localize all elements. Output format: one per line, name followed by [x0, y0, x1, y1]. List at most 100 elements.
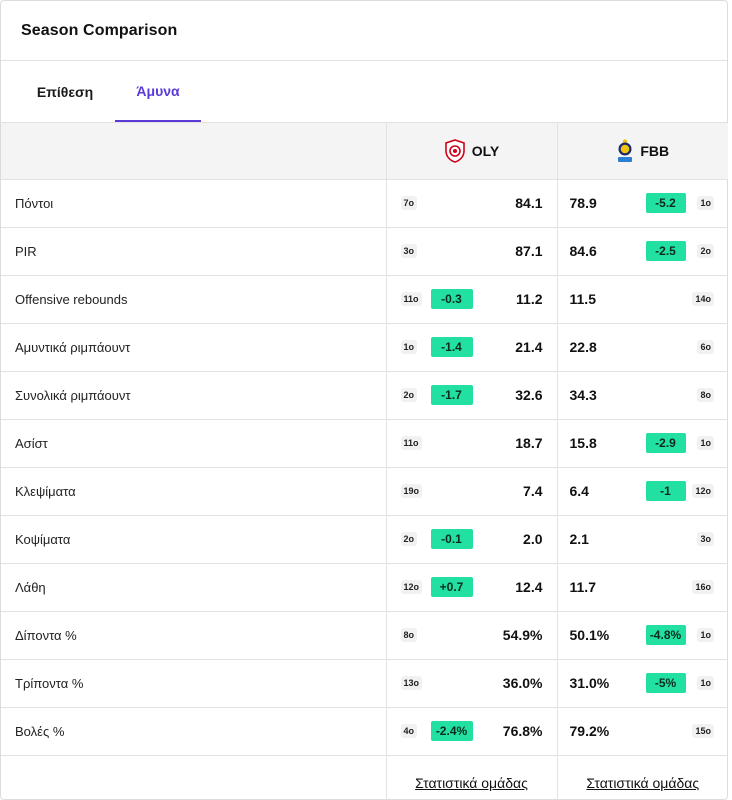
- home-diff-badge: -0.1: [430, 528, 473, 549]
- home-stat-value: 18.7: [515, 434, 543, 451]
- home-team-code: OLY: [471, 142, 500, 159]
- away-stat-value: 31.0%: [569, 674, 610, 691]
- footer-away-cell: Στατιστικά ομάδας: [557, 755, 728, 799]
- table-row: Πόντοι 7ο 84.1 78.9 -5.2 1ο: [1, 179, 728, 228]
- home-diff-badge: -0.3: [430, 288, 473, 309]
- home-stat-cell: 3ο 87.1: [386, 227, 558, 276]
- away-rank-badge: 12ο: [692, 483, 714, 498]
- home-team-stats-link[interactable]: Στατιστικά ομάδας: [387, 763, 557, 791]
- away-diff-badge: -2.9: [645, 432, 686, 453]
- home-diff-badge: -1.7: [430, 384, 473, 405]
- card-header: Season Comparison: [1, 1, 727, 61]
- stat-label: Ασίστ: [1, 419, 387, 468]
- stat-label: Βολές %: [1, 707, 387, 756]
- card-title: Season Comparison: [21, 21, 178, 39]
- home-diff-badge: -2.4%: [430, 720, 473, 741]
- tab-bar: Επίθεση Άμυνα: [1, 61, 727, 123]
- home-stat-value: 11.2: [516, 290, 543, 307]
- away-stat-cell: 22.8 6ο: [557, 323, 728, 372]
- home-stat-value: 7.4: [523, 482, 543, 499]
- away-stat-value: 34.3: [569, 386, 597, 403]
- table-row: Δίποντα % 8ο 54.9% 50.1% -4.8% 1ο: [1, 611, 728, 660]
- away-diff-badge: -4.8%: [645, 624, 686, 645]
- away-rank-badge: 2ο: [697, 243, 714, 258]
- home-rank-badge: 12ο: [400, 579, 423, 594]
- away-rank-badge: 6ο: [697, 339, 714, 354]
- stat-label: PIR: [1, 227, 387, 276]
- table-row: Λάθη 12ο +0.7 12.4 11.7 16ο: [1, 563, 728, 612]
- away-rank-badge: 1ο: [697, 627, 714, 642]
- table-row: Ασίστ 11ο 18.7 15.8 -2.9 1ο: [1, 419, 728, 468]
- fenerbahce-logo-icon: [618, 139, 633, 162]
- home-stat-cell: 11ο 18.7: [386, 419, 558, 468]
- stat-column-header: [1, 123, 387, 180]
- home-stat-cell: 11ο -0.3 11.2: [386, 275, 558, 324]
- away-stat-cell: 79.2% 15ο: [557, 707, 728, 756]
- home-rank-badge: 19ο: [400, 483, 423, 498]
- home-rank-badge: 1ο: [400, 339, 418, 354]
- table-row: Αμυντικά ριμπάουντ 1ο -1.4 21.4 22.8 6ο: [1, 323, 728, 372]
- tab-defense[interactable]: Άμυνα: [115, 61, 201, 122]
- away-rank-badge: 1ο: [697, 195, 714, 210]
- away-stat-cell: 11.5 14ο: [557, 275, 728, 324]
- home-team-header: OLY: [386, 123, 558, 180]
- table-body: Πόντοι 7ο 84.1 78.9 -5.2 1ο PIR 3ο 87.1 84.6 -2.5 2…: [1, 179, 728, 756]
- away-stat-value: 11.7: [569, 578, 596, 595]
- home-stat-cell: 7ο 84.1: [386, 179, 558, 228]
- table-row: Βολές % 4ο -2.4% 76.8% 79.2% 15ο: [1, 707, 728, 756]
- home-stat-value: 84.1: [515, 194, 543, 211]
- home-stat-value: 87.1: [515, 242, 543, 259]
- home-stat-value: 54.9%: [502, 626, 543, 643]
- home-stat-value: 2.0: [523, 530, 543, 547]
- home-rank-badge: 2ο: [400, 387, 418, 402]
- away-stat-value: 78.9: [569, 194, 597, 211]
- away-stat-cell: 6.4 -1 12ο: [557, 467, 728, 516]
- home-stat-cell: 8ο 54.9%: [386, 611, 558, 660]
- stat-label: Δίποντα %: [1, 611, 387, 660]
- stat-label: Πόντοι: [1, 179, 387, 228]
- home-rank-badge: 11ο: [400, 435, 422, 450]
- away-stat-cell: 31.0% -5% 1ο: [557, 659, 728, 708]
- away-rank-badge: 1ο: [697, 435, 714, 450]
- away-stat-cell: 78.9 -5.2 1ο: [557, 179, 728, 228]
- table-row: Τρίποντα % 13ο 36.0% 31.0% -5% 1ο: [1, 659, 728, 708]
- stat-label: Αμυντικά ριμπάουντ: [1, 323, 387, 372]
- away-stat-cell: 84.6 -2.5 2ο: [557, 227, 728, 276]
- stat-label: Κοψίματα: [1, 515, 387, 564]
- footer-row: Στατιστικά ομάδας Στατιστικά ομάδας: [1, 755, 728, 799]
- away-stat-value: 79.2%: [569, 722, 610, 739]
- stat-label: Συνολικά ριμπάουντ: [1, 371, 387, 420]
- away-stat-cell: 15.8 -2.9 1ο: [557, 419, 728, 468]
- away-stat-cell: 2.1 3ο: [557, 515, 728, 564]
- stat-label: Κλεψίματα: [1, 467, 387, 516]
- home-stat-cell: 19ο 7.4: [386, 467, 558, 516]
- away-stat-cell: 50.1% -4.8% 1ο: [557, 611, 728, 660]
- away-rank-badge: 1ο: [697, 675, 714, 690]
- away-stat-value: 2.1: [569, 530, 589, 547]
- tab-offense[interactable]: Επίθεση: [15, 61, 115, 122]
- home-rank-badge: 7ο: [400, 195, 418, 210]
- footer-home-cell: Στατιστικά ομάδας: [386, 755, 558, 799]
- comparison-table: OLY FBB Πόντοι 7ο 84.1 78.9 -5.2 1ο PIR …: [1, 123, 728, 799]
- stat-label: Λάθη: [1, 563, 387, 612]
- away-team-stats-link[interactable]: Στατιστικά ομάδας: [558, 763, 729, 791]
- home-rank-badge: 8ο: [400, 627, 418, 642]
- footer-empty-cell: [1, 755, 387, 799]
- away-stat-cell: 34.3 8ο: [557, 371, 728, 420]
- away-stat-value: 15.8: [569, 434, 597, 451]
- home-stat-cell: 4ο -2.4% 76.8%: [386, 707, 558, 756]
- home-stat-cell: 2ο -1.7 32.6: [386, 371, 558, 420]
- away-stat-value: 6.4: [569, 482, 589, 499]
- away-diff-badge: -2.5: [645, 240, 686, 261]
- home-stat-value: 36.0%: [502, 674, 543, 691]
- home-stat-cell: 2ο -0.1 2.0: [386, 515, 558, 564]
- home-stat-value: 12.4: [515, 578, 543, 595]
- away-stat-value: 22.8: [569, 338, 597, 355]
- table-row: Offensive rebounds 11ο -0.3 11.2 11.5 14ο: [1, 275, 728, 324]
- home-diff-badge: +0.7: [430, 576, 473, 597]
- away-rank-badge: 3ο: [697, 531, 714, 546]
- table-row: Κλεψίματα 19ο 7.4 6.4 -1 12ο: [1, 467, 728, 516]
- away-stat-cell: 11.7 16ο: [557, 563, 728, 612]
- stat-label: Τρίποντα %: [1, 659, 387, 708]
- table-row: PIR 3ο 87.1 84.6 -2.5 2ο: [1, 227, 728, 276]
